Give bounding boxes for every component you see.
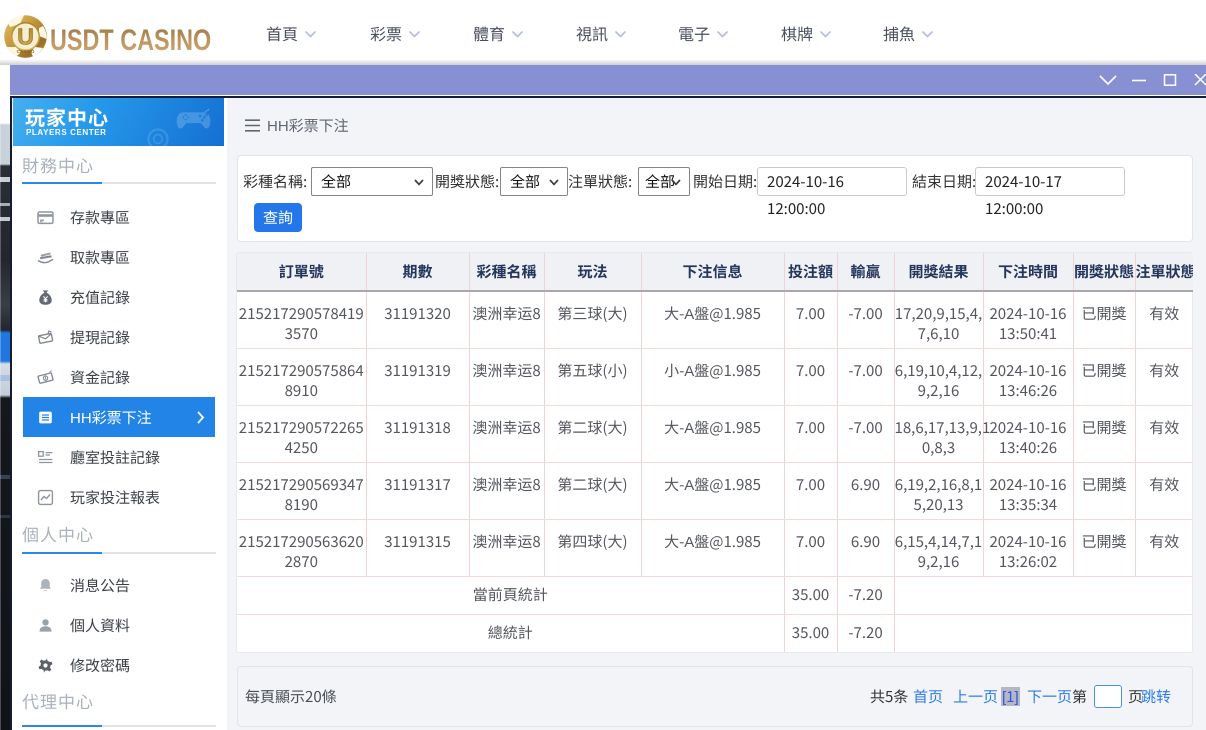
svg-text:U: U <box>17 24 34 50</box>
svg-text:CASINO: CASINO <box>17 49 35 54</box>
